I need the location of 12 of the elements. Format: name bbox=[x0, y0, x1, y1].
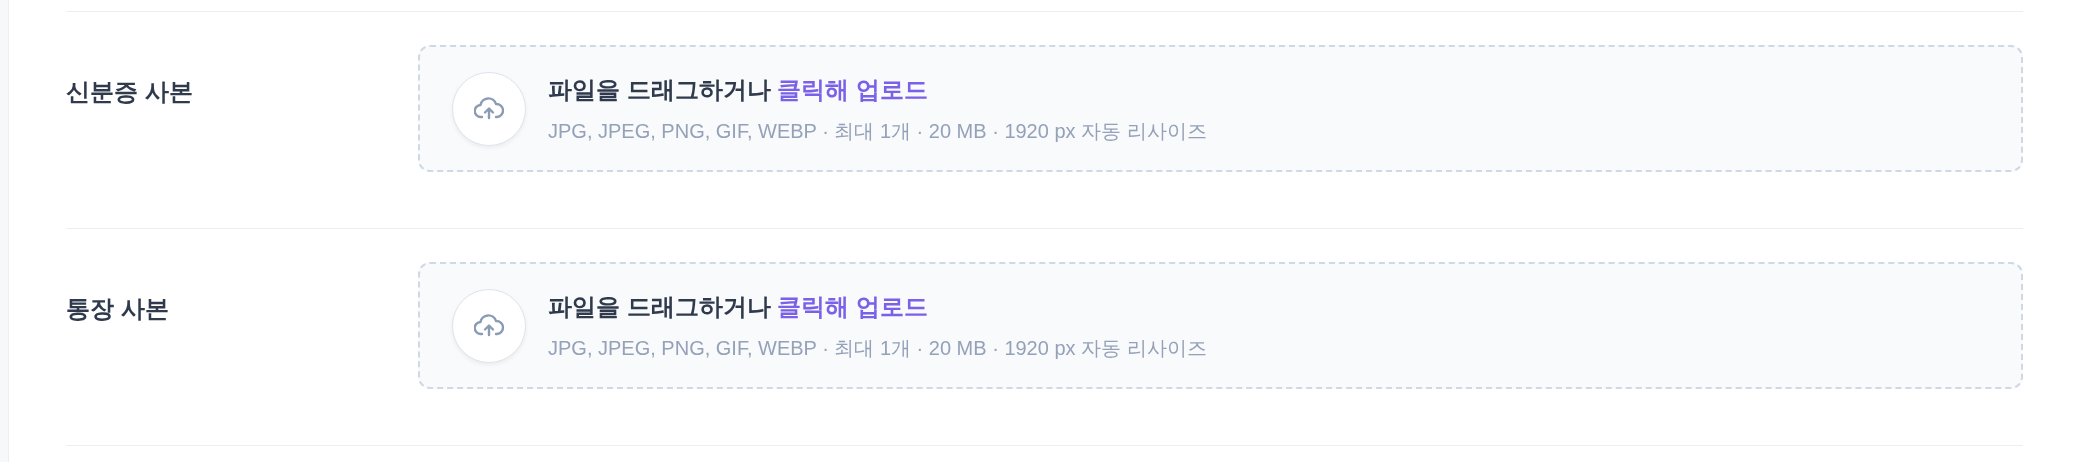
upload-link[interactable]: 클릭해 업로드 bbox=[777, 292, 928, 320]
upload-link[interactable]: 클릭해 업로드 bbox=[777, 75, 928, 103]
file-dropzone[interactable]: 파일을 드래그하거나 클릭해 업로드 JPG, JPEG, PNG, GIF, WEBP · 최대 1개 · 20 MB · 1920 px 자동 리사이즈 bbox=[418, 45, 2023, 172]
field-label: 신분증 사본 bbox=[66, 77, 194, 107]
cloud-upload-icon bbox=[474, 96, 504, 121]
file-hint: JPG, JPEG, PNG, GIF, WEBP · 최대 1개 · 20 MB · 1920 px 자동 리사이즈 bbox=[548, 335, 1207, 361]
cloud-upload-icon bbox=[474, 313, 504, 338]
dropzone-prompt: 파일을 드래그하거나 클릭해 업로드 bbox=[548, 291, 929, 322]
field-label: 통장 사본 bbox=[66, 294, 170, 324]
dropzone-prompt: 파일을 드래그하거나 클릭해 업로드 bbox=[548, 74, 929, 105]
file-hint: JPG, JPEG, PNG, GIF, WEBP · 최대 1개 · 20 MB · 1920 px 자동 리사이즈 bbox=[548, 118, 1207, 144]
file-dropzone[interactable]: 파일을 드래그하거나 클릭해 업로드 JPG, JPEG, PNG, GIF, WEBP · 최대 1개 · 20 MB · 1920 px 자동 리사이즈 bbox=[418, 262, 2023, 389]
